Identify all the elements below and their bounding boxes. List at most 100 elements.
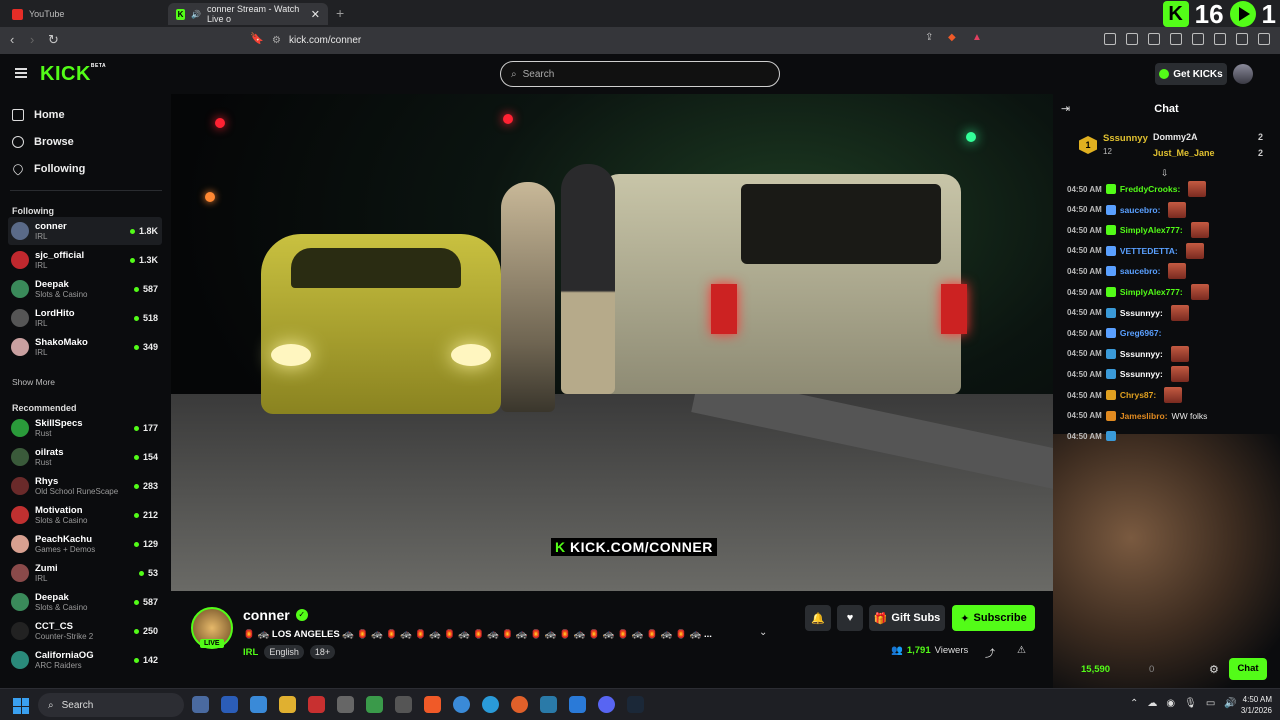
menu-icon[interactable] [1258, 33, 1270, 45]
tag-english[interactable]: English [264, 645, 304, 659]
brave-rewards-icon[interactable]: ▲ [972, 32, 982, 43]
network-icon[interactable]: ◉ [1166, 698, 1175, 709]
tab-kick-conner[interactable]: K 🔊 conner Stream - Watch Live o ✕ [168, 3, 328, 25]
cloud-icon[interactable]: ☁ [1147, 698, 1157, 709]
sidebar-channel[interactable]: Motivation Slots & Casino 212 [8, 501, 162, 529]
vscode-icon[interactable] [569, 696, 586, 713]
sidebar-channel[interactable]: ShakoMako IRL 349 [8, 333, 162, 361]
share-icon[interactable]: ⤴ [985, 645, 995, 660]
app-icon[interactable] [337, 696, 354, 713]
sidebar-channel[interactable]: Rhys Old School RuneScape 283 [8, 472, 162, 500]
sidebar-channel[interactable]: oilrats Rust 154 [8, 443, 162, 471]
mic-icon[interactable]: 🎙 [1184, 698, 1197, 709]
site-info-icon[interactable]: ⚙ [272, 35, 281, 46]
chevron-up-icon[interactable]: ⌃ [1130, 698, 1138, 709]
chat-message: 04:50 AM SimplyAlex777: [1067, 283, 1209, 301]
gift-subs-button[interactable]: 🎁 Gift Subs [869, 605, 945, 631]
back-icon[interactable]: ‹ [10, 32, 14, 47]
message-user[interactable]: saucebro: [1120, 205, 1161, 215]
chevron-down-icon[interactable]: ⌄ [759, 627, 767, 638]
gear-icon[interactable]: ⚙ [1209, 663, 1219, 676]
sidebar-channel[interactable]: LordHito IRL 518 [8, 304, 162, 332]
app-icon[interactable] [366, 696, 383, 713]
forward-icon[interactable]: › [30, 32, 34, 47]
nav-following[interactable]: Following [11, 162, 85, 176]
sidebar-channel[interactable]: SkillSpecs Rust 177 [8, 414, 162, 442]
app-icon[interactable] [192, 696, 209, 713]
discord-icon[interactable] [598, 696, 615, 713]
tab-youtube[interactable]: YouTube [4, 3, 164, 25]
folder-icon[interactable] [279, 696, 296, 713]
steam-icon[interactable] [627, 696, 644, 713]
message-user[interactable]: SimplyAlex777: [1120, 225, 1183, 235]
new-tab-button[interactable]: + [336, 5, 344, 21]
get-kicks-button[interactable]: Get KICKs [1155, 63, 1227, 85]
sidebar-icon[interactable] [1170, 33, 1182, 45]
sidebar-channel[interactable]: Deepak Slots & Casino 587 [8, 275, 162, 303]
brave-icon[interactable] [424, 696, 441, 713]
show-more-link[interactable]: Show More [12, 377, 55, 387]
message-user[interactable]: Sssunnyy: [1120, 349, 1163, 359]
firefox-icon[interactable] [511, 696, 528, 713]
pinned-toggle-icon[interactable]: ⇩ [1161, 168, 1169, 179]
message-user[interactable]: Greg6967: [1120, 328, 1162, 338]
video-player[interactable]: K KICK.COM/CONNER [171, 94, 1053, 591]
menu-icon[interactable] [15, 68, 27, 78]
sidebar-channel[interactable]: conner IRL 1.8K [8, 217, 162, 245]
app-icon[interactable] [221, 696, 238, 713]
sidebar-channel[interactable]: Zumi IRL 53 [8, 559, 162, 587]
windows-start-icon[interactable] [13, 698, 29, 714]
message-user[interactable]: FreddyCrooks: [1120, 184, 1180, 194]
subscribe-button[interactable]: ✦ Subscribe [952, 605, 1035, 631]
message-user[interactable]: Jameslibro: [1120, 411, 1168, 421]
collapse-chat-icon[interactable]: ⇥ [1061, 102, 1070, 115]
search-input[interactable]: ⌕ Search [500, 61, 780, 87]
reload-icon[interactable]: ↻ [48, 32, 59, 48]
bookmark-icon[interactable]: 🔖 [250, 32, 264, 45]
url-field[interactable]: ⚙ kick.com/conner [272, 30, 992, 51]
brave-shield-icon[interactable]: ◆ [948, 32, 956, 43]
message-user[interactable]: saucebro: [1120, 266, 1161, 276]
heart-icon [11, 162, 25, 176]
screenshot-icon[interactable] [1126, 33, 1138, 45]
sidebar-channel[interactable]: CCT_CS Counter-Strike 2 250 [8, 617, 162, 645]
user-avatar[interactable] [1233, 64, 1253, 84]
chrome-icon[interactable] [453, 696, 470, 713]
monitor-icon[interactable]: ▭ [1206, 698, 1215, 709]
app-icon[interactable] [250, 696, 267, 713]
edge-icon[interactable] [482, 696, 499, 713]
vpn-icon[interactable] [1236, 33, 1248, 45]
message-user[interactable]: SimplyAlex777: [1120, 287, 1183, 297]
leo-icon[interactable] [1214, 33, 1226, 45]
category-link[interactable]: IRL [243, 647, 258, 658]
extensions-icon[interactable] [1104, 33, 1116, 45]
message-user[interactable]: Sssunnyy: [1120, 369, 1163, 379]
app-icon[interactable] [308, 696, 325, 713]
notification-bell-button[interactable]: 🔔 [805, 605, 831, 631]
follow-button[interactable]: ♥ [837, 605, 863, 631]
nav-browse[interactable]: Browse [12, 136, 74, 148]
share-icon[interactable]: ⇪ [925, 32, 933, 43]
taskbar-search[interactable]: ⌕ Search [38, 693, 184, 717]
app-icon[interactable] [395, 696, 412, 713]
tag-18plus[interactable]: 18+ [309, 645, 336, 659]
sidebar-channel[interactable]: Deepak Slots & Casino 587 [8, 588, 162, 616]
channel-category: Rust [35, 457, 52, 467]
chat-send-button[interactable]: Chat [1229, 658, 1267, 680]
media-icon[interactable] [1148, 33, 1160, 45]
sidebar-channel[interactable]: sjc_official IRL 1.3K [8, 246, 162, 274]
report-icon[interactable]: ⚠ [1017, 645, 1026, 656]
clock[interactable]: 4:50 AM 3/1/2026 [1232, 694, 1272, 716]
kick-logo[interactable]: KICKBETA [40, 63, 106, 86]
sidebar-channel[interactable]: CaliforniaOG ARC Raiders 142 [8, 646, 162, 674]
message-user[interactable]: Sssunnyy: [1120, 308, 1163, 318]
close-tab-icon[interactable]: ✕ [311, 8, 320, 21]
app-icon[interactable] [540, 696, 557, 713]
wallet-icon[interactable] [1192, 33, 1204, 45]
nav-home[interactable]: Home [12, 109, 65, 121]
sidebar-channel[interactable]: PeachKachu Games + Demos 129 [8, 530, 162, 558]
chat-message: 04:50 AM [1067, 427, 1124, 445]
streamer-name[interactable]: conner ✓ [243, 607, 308, 623]
message-user[interactable]: VETTEDETTA: [1120, 246, 1178, 256]
message-user[interactable]: Chrys87: [1120, 390, 1156, 400]
